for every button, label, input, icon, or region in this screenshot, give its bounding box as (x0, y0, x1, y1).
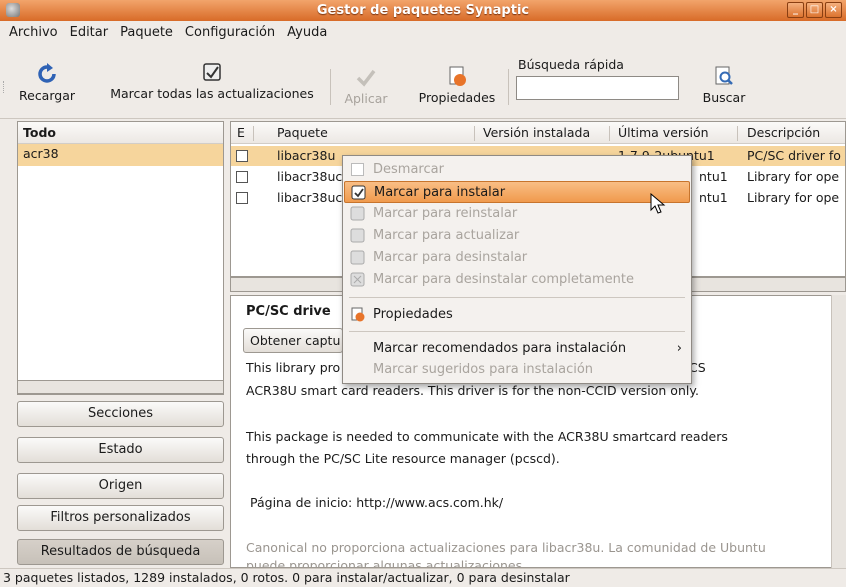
toolbar: Recargar Marcar todas las actualizacione… (0, 43, 846, 119)
menu-archivo[interactable]: Archivo (9, 25, 58, 40)
apply-button[interactable]: Aplicar (336, 45, 396, 106)
reload-label: Recargar (19, 88, 75, 103)
mouse-cursor-icon (650, 193, 666, 214)
menu-item-properties-label: Propiedades (373, 307, 453, 322)
origin-button[interactable]: Origen (17, 473, 224, 499)
install-icon (351, 185, 366, 200)
menu-separator (349, 297, 685, 298)
window-title: Gestor de paquetes Synaptic (316, 3, 530, 18)
menu-item-unmark-label: Desmarcar (373, 162, 444, 177)
menu-item-mark-purge-label: Marcar para desinstalar completamente (373, 272, 634, 287)
details-line-1: This library pro (246, 360, 341, 375)
toolbar-handle[interactable] (3, 81, 6, 93)
package-table-header: E Paquete Versión instalada Última versi… (231, 122, 845, 144)
col-package[interactable]: Paquete (277, 125, 328, 140)
upgrade-icon (350, 228, 365, 243)
title-bar: Gestor de paquetes Synaptic _ □ × (0, 0, 846, 21)
menu-item-mark-purge[interactable]: Marcar para desinstalar completamente (344, 269, 690, 291)
get-screenshot-button[interactable]: Obtener captu (243, 328, 343, 353)
details-line-2: ACR38U smart card readers. This driver i… (246, 383, 699, 398)
custom-filters-button[interactable]: Filtros personalizados (17, 505, 224, 531)
menu-item-mark-suggested[interactable]: Marcar sugeridos para instalación (344, 359, 690, 381)
col-description[interactable]: Descripción (747, 125, 820, 140)
properties-icon (449, 66, 466, 86)
properties-icon (351, 307, 365, 322)
properties-button[interactable]: Propiedades (413, 45, 501, 105)
menu-item-mark-suggested-label: Marcar sugeridos para instalación (373, 362, 594, 377)
details-support-2: puede proporcionar algunas actualizacion… (246, 558, 527, 568)
sections-button[interactable]: Secciones (17, 401, 224, 427)
col-status[interactable]: E (237, 125, 245, 140)
remove-icon (350, 250, 365, 265)
details-title: PC/SC drive (246, 304, 331, 319)
menu-item-mark-remove-label: Marcar para desinstalar (373, 250, 528, 265)
row-checkbox[interactable] (236, 192, 248, 204)
row-package: libacr38uc (277, 169, 343, 184)
search-icon (715, 66, 733, 85)
toolbar-separator-2 (508, 69, 509, 105)
row-latest: ntu1 (699, 190, 728, 205)
mark-all-label: Marcar todas las actualizaciones (110, 86, 314, 101)
menu-editar[interactable]: Editar (70, 25, 109, 40)
filter-list-header[interactable]: Todo (18, 122, 223, 144)
details-scrollbar[interactable] (831, 295, 846, 568)
details-line-3: This package is needed to communicate wi… (246, 429, 728, 444)
quick-search-input[interactable] (516, 76, 679, 100)
row-description: Library for ope (747, 190, 840, 205)
status-bar: 3 paquetes listados, 1289 instalados, 0 … (0, 568, 846, 587)
menu-item-mark-reinstall-label: Marcar para reinstalar (373, 206, 518, 221)
quick-search-label: Búsqueda rápida (518, 57, 624, 72)
search-label: Buscar (702, 90, 746, 105)
row-checkbox[interactable] (236, 171, 248, 183)
menu-configuracion[interactable]: Configuración (185, 25, 275, 40)
row-description: PC/SC driver fo (747, 148, 841, 163)
row-latest: ntu1 (699, 169, 728, 184)
menu-item-mark-recommended-label: Marcar recomendados para instalación (373, 341, 627, 356)
properties-label: Propiedades (418, 90, 496, 105)
details-support-1: Canonical no proporciona actualizaciones… (246, 540, 766, 555)
filter-list[interactable]: Todo acr38 (17, 121, 224, 395)
minimize-button[interactable]: _ (787, 2, 804, 18)
details-homepage: Página de inicio: http://www.acs.com.hk/ (250, 495, 504, 510)
menu-item-mark-remove[interactable]: Marcar para desinstalar (344, 247, 690, 269)
menu-ayuda[interactable]: Ayuda (287, 25, 327, 40)
reload-icon (38, 63, 56, 83)
context-menu: Desmarcar Marcar para instalar Marcar pa… (342, 155, 692, 384)
mark-upgrades-icon (203, 63, 221, 81)
menu-item-mark-upgrade-label: Marcar para actualizar (373, 228, 520, 243)
menu-item-unmark[interactable]: Desmarcar (344, 159, 690, 181)
close-button[interactable]: × (825, 2, 842, 18)
purge-icon (350, 272, 365, 287)
reinstall-icon (350, 206, 365, 221)
apply-label: Aplicar (344, 91, 388, 106)
row-description: Library for ope (747, 169, 840, 184)
filter-list-scrollbar[interactable] (17, 380, 224, 394)
menu-item-mark-install-label: Marcar para instalar (374, 185, 506, 200)
col-latest-version[interactable]: Última versión (618, 125, 709, 140)
row-package: libacr38uc (277, 190, 343, 205)
search-button[interactable]: Buscar (698, 45, 750, 105)
mark-all-upgrades-button[interactable]: Marcar todas las actualizaciones (99, 45, 325, 101)
menu-item-properties[interactable]: Propiedades (344, 304, 690, 326)
menu-bar: Archivo Editar Paquete Configuración Ayu… (0, 21, 846, 43)
col-installed-version[interactable]: Versión instalada (483, 125, 590, 140)
filter-item[interactable]: acr38 (18, 144, 223, 166)
details-line-4: through the PC/SC Lite resource manager … (246, 451, 560, 466)
menu-item-mark-reinstall[interactable]: Marcar para reinstalar (344, 203, 690, 225)
apply-check-icon (356, 69, 376, 87)
maximize-button[interactable]: □ (806, 2, 823, 18)
menu-paquete[interactable]: Paquete (120, 25, 173, 40)
reload-button[interactable]: Recargar (14, 45, 80, 103)
menu-item-mark-install[interactable]: Marcar para instalar (344, 181, 690, 203)
checkbox-icon (351, 163, 364, 176)
row-checkbox[interactable] (236, 150, 248, 162)
toolbar-separator (330, 69, 331, 105)
row-package: libacr38u (277, 148, 336, 163)
search-results-button[interactable]: Resultados de búsqueda (17, 539, 224, 565)
menu-separator (349, 331, 685, 332)
menu-item-mark-recommended[interactable]: Marcar recomendados para instalación › (344, 338, 690, 360)
menu-item-mark-upgrade[interactable]: Marcar para actualizar (344, 225, 690, 247)
submenu-arrow-icon: › (676, 341, 682, 356)
status-button[interactable]: Estado (17, 437, 224, 463)
